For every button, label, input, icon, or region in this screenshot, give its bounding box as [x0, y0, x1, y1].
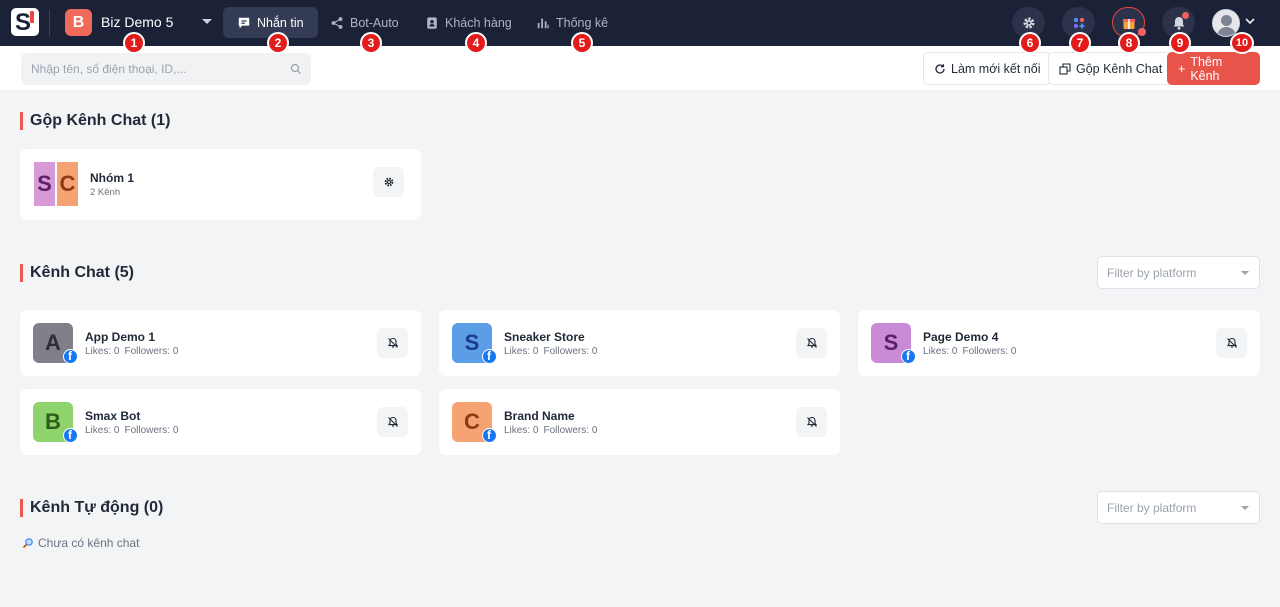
- refresh-icon: [935, 63, 945, 74]
- nav-divider: [49, 10, 50, 36]
- tab-label: Bot-Auto: [350, 15, 399, 30]
- annotation-marker-6: 6: [1019, 32, 1041, 54]
- channel-stats: Likes: 0 Followers: 0: [923, 346, 1017, 357]
- annotation-marker-2: 2: [267, 32, 289, 54]
- merge-windows-icon: [1059, 62, 1071, 75]
- group-channel-count: 2 Kênh: [90, 187, 121, 198]
- channel-stats: Likes: 0 Followers: 0: [504, 346, 598, 357]
- channel-name: Page Demo 4: [923, 330, 999, 344]
- chevron-down-icon: [1241, 271, 1249, 275]
- refresh-label: Làm mới kết nối: [951, 61, 1041, 76]
- mute-notifications-button[interactable]: [377, 407, 408, 437]
- filter-placeholder: Filter by platform: [1107, 266, 1197, 280]
- channel-card[interactable]: S f Page Demo 4 Likes: 0 Followers: 0: [858, 310, 1260, 376]
- magnifier-icon: [22, 538, 33, 549]
- channel-name: App Demo 1: [85, 330, 156, 344]
- workspace-name[interactable]: Biz Demo 5: [101, 14, 173, 30]
- share-nodes-icon: [331, 16, 343, 29]
- annotation-marker-5: 5: [571, 32, 593, 54]
- annotation-marker-7: 7: [1069, 32, 1091, 54]
- bar-chart-icon: [537, 18, 549, 28]
- facebook-icon: f: [63, 349, 78, 364]
- plus-icon: +: [1178, 61, 1186, 76]
- notification-dot: [1182, 12, 1189, 19]
- app-logo[interactable]: S: [11, 8, 39, 36]
- gift-box-icon: [1122, 18, 1135, 29]
- channel-card[interactable]: B f Smax Bot Likes: 0 Followers: 0: [20, 389, 421, 455]
- gift-notification-dot: [1138, 28, 1146, 36]
- contact-card-icon: [427, 16, 437, 29]
- empty-state: Chưa có kênh chat: [22, 536, 139, 550]
- mute-notifications-button[interactable]: [796, 328, 827, 358]
- chevron-down-icon: [1241, 506, 1249, 510]
- channel-card[interactable]: C f Brand Name Likes: 0 Followers: 0: [439, 389, 840, 455]
- bell-off-icon: [806, 337, 817, 348]
- workspace-avatar[interactable]: B: [65, 9, 92, 36]
- workspace-dropdown-caret-icon[interactable]: [202, 19, 212, 24]
- merge-channels-button[interactable]: Gộp Kênh Chat: [1048, 52, 1174, 85]
- merge-label: Gộp Kênh Chat: [1076, 61, 1163, 76]
- facebook-icon: f: [482, 428, 497, 443]
- auto-channels-title: Kênh Tự động (0): [20, 499, 163, 517]
- bell-off-icon: [806, 416, 817, 427]
- bell-off-icon: [387, 416, 398, 427]
- channel-stats: Likes: 0 Followers: 0: [504, 425, 598, 436]
- group-card[interactable]: S C Nhóm 1 2 Kênh: [20, 149, 421, 220]
- channel-stats: Likes: 0 Followers: 0: [85, 425, 179, 436]
- apps-grid-icon: [1073, 17, 1084, 28]
- tab-label: Khách hàng: [445, 15, 512, 30]
- search-icon: [290, 63, 301, 74]
- gear-icon: [384, 177, 393, 187]
- filter-placeholder: Filter by platform: [1107, 501, 1197, 515]
- chevron-down-icon: [1244, 14, 1256, 32]
- platform-filter-select[interactable]: Filter by platform: [1097, 256, 1260, 289]
- chat-bubble-icon: [238, 17, 250, 28]
- facebook-icon: f: [482, 349, 497, 364]
- platform-filter-select[interactable]: Filter by platform: [1097, 491, 1260, 524]
- annotation-marker-3: 3: [360, 32, 382, 54]
- channel-name: Brand Name: [504, 409, 575, 423]
- logo-letter: S: [15, 9, 32, 36]
- group-name: Nhóm 1: [90, 171, 135, 185]
- facebook-icon: f: [901, 349, 916, 364]
- empty-state-text: Chưa có kênh chat: [38, 536, 140, 550]
- add-label: Thêm Kênh: [1190, 54, 1223, 83]
- annotation-marker-4: 4: [465, 32, 487, 54]
- facebook-icon: f: [63, 428, 78, 443]
- annotation-marker-10: 10: [1230, 32, 1254, 54]
- bell-off-icon: [1226, 337, 1237, 348]
- channel-stats: Likes: 0 Followers: 0: [85, 346, 179, 357]
- annotation-marker-8: 8: [1118, 32, 1140, 54]
- add-channel-button[interactable]: + Thêm Kênh: [1167, 52, 1260, 85]
- gear-icon: [1023, 17, 1034, 28]
- tab-label: Nhắn tin: [257, 15, 304, 30]
- tab-label: Thống kê: [556, 15, 609, 30]
- annotation-marker-9: 9: [1169, 32, 1191, 54]
- mute-notifications-button[interactable]: [1216, 328, 1247, 358]
- group-avatar: S C: [34, 162, 78, 206]
- toolbar: Làm mới kết nối Gộp Kênh Chat + Thêm Kên…: [0, 46, 1280, 91]
- search-input[interactable]: [21, 53, 311, 85]
- merged-channels-title: Gộp Kênh Chat (1): [20, 112, 170, 130]
- group-avatar-right: C: [57, 162, 78, 206]
- bell-off-icon: [387, 337, 398, 348]
- channel-name: Sneaker Store: [504, 330, 585, 344]
- group-avatar-left: S: [34, 162, 55, 206]
- mute-notifications-button[interactable]: [377, 328, 408, 358]
- chat-channels-title: Kênh Chat (5): [20, 264, 134, 282]
- mute-notifications-button[interactable]: [796, 407, 827, 437]
- annotation-marker-1: 1: [123, 32, 145, 54]
- channel-card[interactable]: A f App Demo 1 Likes: 0 Followers: 0: [20, 310, 421, 376]
- tab-thong-ke[interactable]: Thống kê: [522, 7, 622, 38]
- logo-accent: [30, 11, 34, 23]
- group-settings-button[interactable]: [373, 167, 404, 197]
- channel-card[interactable]: S f Sneaker Store Likes: 0 Followers: 0: [439, 310, 840, 376]
- refresh-connection-button[interactable]: Làm mới kết nối: [923, 52, 1052, 85]
- channel-name: Smax Bot: [85, 409, 141, 423]
